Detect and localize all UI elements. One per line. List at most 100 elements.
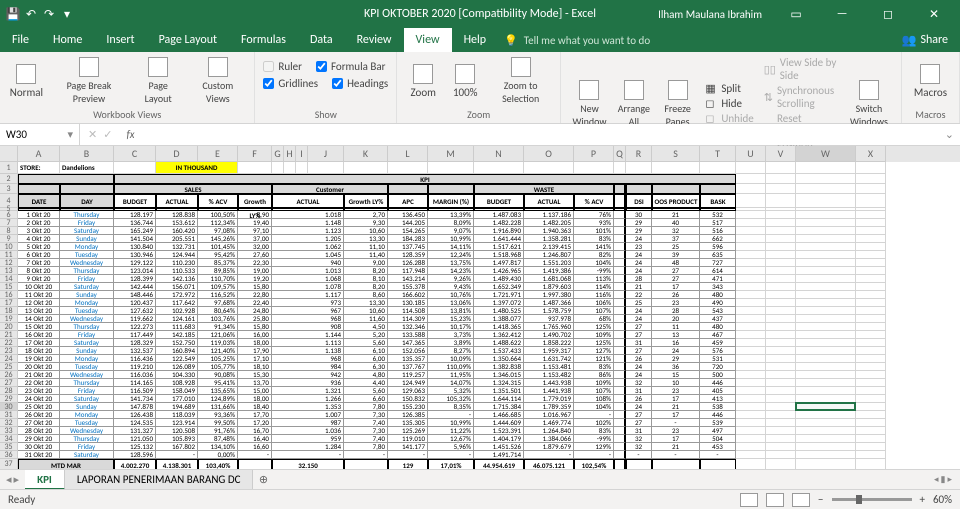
waste-actual[interactable]: 1.551.203 <box>524 259 574 267</box>
cell[interactable] <box>626 162 652 174</box>
day-cell[interactable]: Sunday <box>60 403 114 411</box>
cell[interactable] <box>736 411 766 419</box>
cell[interactable] <box>796 275 856 283</box>
waste-budget[interactable]: 1.518.968 <box>474 251 524 259</box>
cell[interactable] <box>796 307 856 315</box>
oos-value[interactable]: 23 <box>652 299 700 307</box>
sales-budget[interactable]: 125.132 <box>114 443 156 451</box>
sales-growth[interactable]: 13,70 <box>238 379 272 387</box>
day-cell[interactable]: Wednesday <box>60 315 114 323</box>
dsi-value[interactable]: 31 <box>626 339 652 347</box>
column-header-R[interactable]: R <box>626 146 652 162</box>
sales-growth[interactable]: 22,40 <box>238 299 272 307</box>
waste-acv[interactable]: 108% <box>574 395 614 403</box>
dsi-value[interactable]: 27 <box>626 347 652 355</box>
cust-actual[interactable]: 1.321 <box>272 387 344 395</box>
dsi-value[interactable]: 24 <box>626 307 652 315</box>
day-cell[interactable]: Wednesday <box>60 427 114 435</box>
oos-value[interactable]: 39 <box>652 251 700 259</box>
column-header-D[interactable]: D <box>156 146 198 162</box>
cell[interactable] <box>700 162 736 174</box>
cust-growth[interactable]: 7,80 <box>344 443 388 451</box>
sales-budget[interactable]: 114.165 <box>114 379 156 387</box>
cust-growth[interactable]: 9,00 <box>344 259 388 267</box>
cust-growth[interactable]: 8,20 <box>344 283 388 291</box>
sales-budget[interactable]: 128.596 <box>114 451 156 459</box>
date-cell[interactable]: 31 Okt 20 <box>18 451 60 459</box>
apc-value[interactable]: 166.602 <box>388 291 428 299</box>
sales-budget[interactable]: 126.438 <box>114 411 156 419</box>
cell[interactable] <box>856 307 886 315</box>
oos-header[interactable]: OOS PRODUCT <box>652 194 700 208</box>
cell[interactable] <box>856 355 886 363</box>
date-cell[interactable]: 23 Okt 20 <box>18 387 60 395</box>
column-header-X[interactable]: X <box>856 146 886 162</box>
date-cell[interactable]: 9 Okt 20 <box>18 275 60 283</box>
cust-growth[interactable]: 8,60 <box>344 291 388 299</box>
column-header-J[interactable]: J <box>308 146 344 162</box>
formula-input[interactable] <box>141 124 939 145</box>
menu-home[interactable]: Home <box>41 28 94 52</box>
oos-value[interactable]: - <box>652 419 700 427</box>
sales-budget[interactable]: 116.036 <box>114 371 156 379</box>
cell[interactable] <box>736 211 766 219</box>
dsi-header[interactable]: DSI <box>626 194 652 208</box>
waste-budget[interactable]: 1.466.685 <box>474 411 524 419</box>
sales-acv[interactable]: 80,64% <box>198 307 238 315</box>
cust-actual[interactable]: 1.018 <box>272 211 344 219</box>
waste-budget[interactable]: 1.426.965 <box>474 267 524 275</box>
margin-value[interactable]: 3,73% <box>428 331 474 339</box>
cell[interactable] <box>856 162 886 174</box>
waste-budget[interactable]: 1.346.015 <box>474 371 524 379</box>
cell[interactable] <box>796 323 856 331</box>
sales-acv[interactable]: 95,42% <box>198 251 238 259</box>
day-cell[interactable]: Saturday <box>60 339 114 347</box>
cust-growth[interactable]: 5,60 <box>344 387 388 395</box>
waste-actual[interactable]: 1.578.759 <box>524 307 574 315</box>
sales-acv[interactable]: 99,50% <box>198 419 238 427</box>
date-cell[interactable]: 8 Okt 20 <box>18 267 60 275</box>
day-cell[interactable]: Saturday <box>60 395 114 403</box>
apc-value[interactable]: 125.269 <box>388 427 428 435</box>
cell[interactable] <box>856 419 886 427</box>
waste-actual[interactable]: 1.153.481 <box>524 363 574 371</box>
sales-actual[interactable]: 160.894 <box>156 347 198 355</box>
waste-budget[interactable]: 1.480.525 <box>474 307 524 315</box>
cell[interactable] <box>344 459 388 469</box>
cell[interactable] <box>736 235 766 243</box>
cell[interactable] <box>766 315 796 323</box>
split-button[interactable]: ▦Split <box>705 82 753 95</box>
sales-growth[interactable]: 18,00 <box>238 339 272 347</box>
date-cell[interactable]: 7 Okt 20 <box>18 259 60 267</box>
menu-view[interactable]: View <box>404 28 452 52</box>
cell[interactable] <box>238 162 272 174</box>
hdr[interactable] <box>388 184 428 194</box>
column-header-F[interactable]: F <box>238 146 272 162</box>
waste-acv[interactable]: 121% <box>574 355 614 363</box>
cust-growth[interactable]: 6,10 <box>344 347 388 355</box>
cust-actual[interactable]: 1.045 <box>272 251 344 259</box>
margin-value[interactable]: 13,39% <box>428 211 474 219</box>
sales-budget[interactable]: 128.197 <box>114 211 156 219</box>
oos-value[interactable]: 20 <box>652 315 700 323</box>
day-cell[interactable]: Friday <box>60 443 114 451</box>
sales-budget[interactable]: 130.946 <box>114 251 156 259</box>
bask-value[interactable]: 446 <box>700 411 736 419</box>
normal-view-status-icon[interactable] <box>740 493 758 507</box>
oos-value[interactable]: 17 <box>652 411 700 419</box>
store-label[interactable]: STORE: <box>18 162 60 174</box>
sales-actual[interactable]: 120.508 <box>156 427 198 435</box>
date-cell[interactable]: 28 Okt 20 <box>18 427 60 435</box>
cell[interactable] <box>796 162 856 174</box>
sep[interactable] <box>614 435 626 443</box>
waste-acv[interactable]: 93% <box>574 219 614 227</box>
cust-growth[interactable]: 7,40 <box>344 419 388 427</box>
cell[interactable] <box>766 347 796 355</box>
hdr[interactable] <box>428 184 474 194</box>
undo-icon[interactable]: ↶ <box>24 7 38 21</box>
cell[interactable] <box>796 184 856 194</box>
dsi-value[interactable]: 27 <box>626 411 652 419</box>
cell[interactable] <box>474 162 524 174</box>
sales-growth[interactable]: - <box>238 451 272 459</box>
cell[interactable] <box>766 235 796 243</box>
